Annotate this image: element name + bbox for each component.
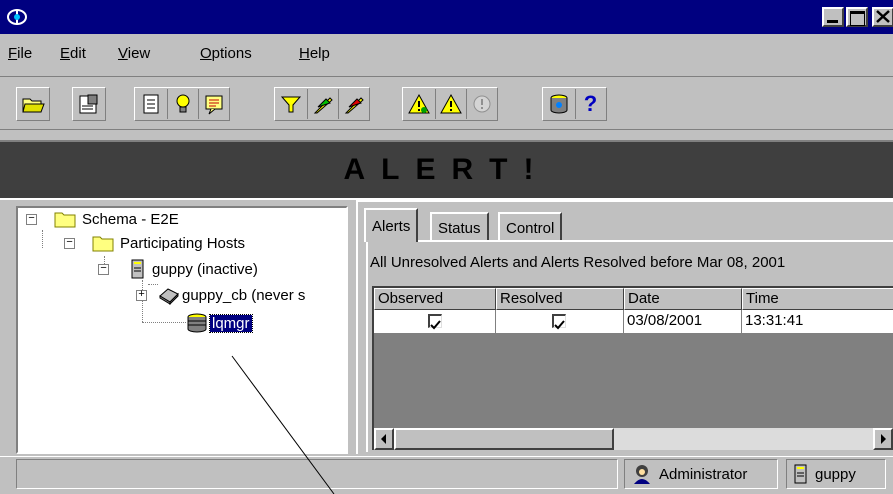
scroll-thumb[interactable] (394, 428, 614, 450)
arrow-left-icon (381, 434, 386, 444)
toolbar-group-properties (72, 87, 106, 121)
menu-help[interactable]: Help (299, 45, 330, 62)
queue-manager-icon (187, 313, 207, 333)
help-button[interactable]: ? (575, 89, 605, 119)
checkmark-icon (554, 320, 565, 330)
resolved-checkbox[interactable] (552, 314, 566, 330)
menu-edit[interactable]: Edit (60, 45, 86, 62)
tree-expander-hosts[interactable]: − (64, 238, 75, 249)
column-header-date[interactable]: Date (624, 288, 742, 310)
properties-button[interactable] (74, 89, 104, 119)
tree-node-lqmgr[interactable]: lqmgr (186, 312, 253, 334)
server-icon (794, 464, 807, 484)
alarm-off-icon (344, 97, 364, 114)
app-icon[interactable] (6, 7, 28, 27)
cell-time[interactable]: 13:31:41 (742, 310, 893, 334)
help-icon: ? (583, 91, 598, 116)
alert-banner-text: ALERT! (343, 153, 550, 186)
column-header-time[interactable]: Time (742, 288, 893, 310)
warning-button-disabled[interactable] (466, 89, 496, 119)
title-bar[interactable] (0, 0, 893, 34)
schema-tree[interactable]: − Schema - E2E − Participating Hosts − g… (16, 206, 348, 454)
server-icon (131, 259, 144, 279)
tab-control[interactable]: Control (498, 212, 563, 242)
menu-view[interactable]: View (118, 45, 150, 62)
tab-alerts[interactable]: Alerts (364, 208, 419, 242)
scroll-right-button[interactable] (873, 428, 893, 450)
toolbar-group-help: ? (542, 87, 607, 121)
tree-expander-schema[interactable]: − (26, 214, 37, 225)
tree-node-guppy-cb[interactable]: guppy_cb (never s (158, 284, 305, 306)
menu-bar: File Edit View Options Help (0, 34, 893, 74)
toolbar-group-warnings (402, 87, 498, 121)
toolbar-group-view (134, 87, 230, 121)
list-icon (143, 94, 159, 114)
lightbulb-icon (176, 94, 189, 113)
menu-file[interactable]: File (8, 45, 32, 62)
warning-button-1[interactable] (404, 89, 434, 119)
cell-date[interactable]: 03/08/2001 (624, 310, 742, 334)
alarm-on-button[interactable] (307, 89, 337, 119)
toolbar-group-open (16, 87, 50, 121)
toolbar-group-alarms (274, 87, 370, 121)
alarm-off-button[interactable] (338, 89, 368, 119)
status-bar: Administrator guppy (0, 456, 893, 494)
lightbulb-button[interactable] (167, 89, 197, 119)
cell-observed[interactable] (374, 310, 496, 334)
status-message-panel (16, 459, 618, 489)
folder-icon (54, 212, 76, 228)
tree-expander-guppy-cb[interactable]: + (136, 290, 147, 301)
folder-icon (92, 236, 114, 252)
maximize-button[interactable] (846, 7, 868, 27)
open-button[interactable] (18, 89, 48, 119)
properties-icon (79, 94, 98, 114)
minimize-button[interactable] (822, 7, 844, 27)
tree-expander-guppy[interactable]: − (98, 264, 109, 275)
warning-icon (439, 93, 462, 114)
column-header-observed[interactable]: Observed (374, 288, 496, 310)
alerts-grid[interactable]: Observed Resolved Date Time 03/08/2001 1… (372, 286, 893, 450)
disk-icon (159, 288, 179, 305)
horizontal-scrollbar[interactable] (374, 428, 893, 450)
tree-node-schema[interactable]: Schema - E2E (54, 208, 179, 230)
alerts-summary: All Unresolved Alerts and Alerts Resolve… (370, 254, 786, 271)
checkmark-icon (430, 320, 441, 330)
details-panel: Alerts Status Control All Unresolved Ale… (356, 200, 893, 454)
database-button[interactable] (544, 89, 574, 119)
cell-resolved[interactable] (496, 310, 624, 334)
open-folder-icon (22, 98, 45, 113)
tree-node-guppy[interactable]: guppy (inactive) (130, 258, 258, 280)
close-button[interactable] (872, 7, 893, 27)
filter-button[interactable] (276, 89, 306, 119)
filter-icon (280, 96, 302, 113)
alert-banner: ALERT! (0, 140, 893, 200)
user-icon (634, 465, 650, 484)
observed-checkbox[interactable] (428, 314, 442, 330)
database-icon (550, 94, 568, 114)
tree-node-participating-hosts[interactable]: Participating Hosts (92, 232, 245, 254)
column-header-resolved[interactable]: Resolved (496, 288, 624, 310)
arrow-right-icon (881, 434, 886, 444)
warning-button-2[interactable] (435, 89, 465, 119)
notes-icon (205, 95, 222, 115)
tab-status[interactable]: Status (430, 212, 489, 242)
close-icon (876, 10, 890, 23)
status-host-panel: guppy (786, 459, 886, 489)
warning-icon (408, 93, 430, 114)
main-window: File Edit View Options Help ? ALERT! − S… (0, 0, 893, 494)
alerts-tab-content: All Unresolved Alerts and Alerts Resolve… (366, 240, 893, 452)
toolbar: ? (0, 76, 893, 130)
status-user-panel: Administrator (624, 459, 778, 489)
menu-options[interactable]: Options (200, 45, 252, 62)
alarm-on-icon (313, 97, 333, 114)
warning-disabled-icon (473, 95, 490, 113)
notes-button[interactable] (198, 89, 228, 119)
list-button[interactable] (136, 89, 166, 119)
scroll-left-button[interactable] (374, 428, 394, 450)
